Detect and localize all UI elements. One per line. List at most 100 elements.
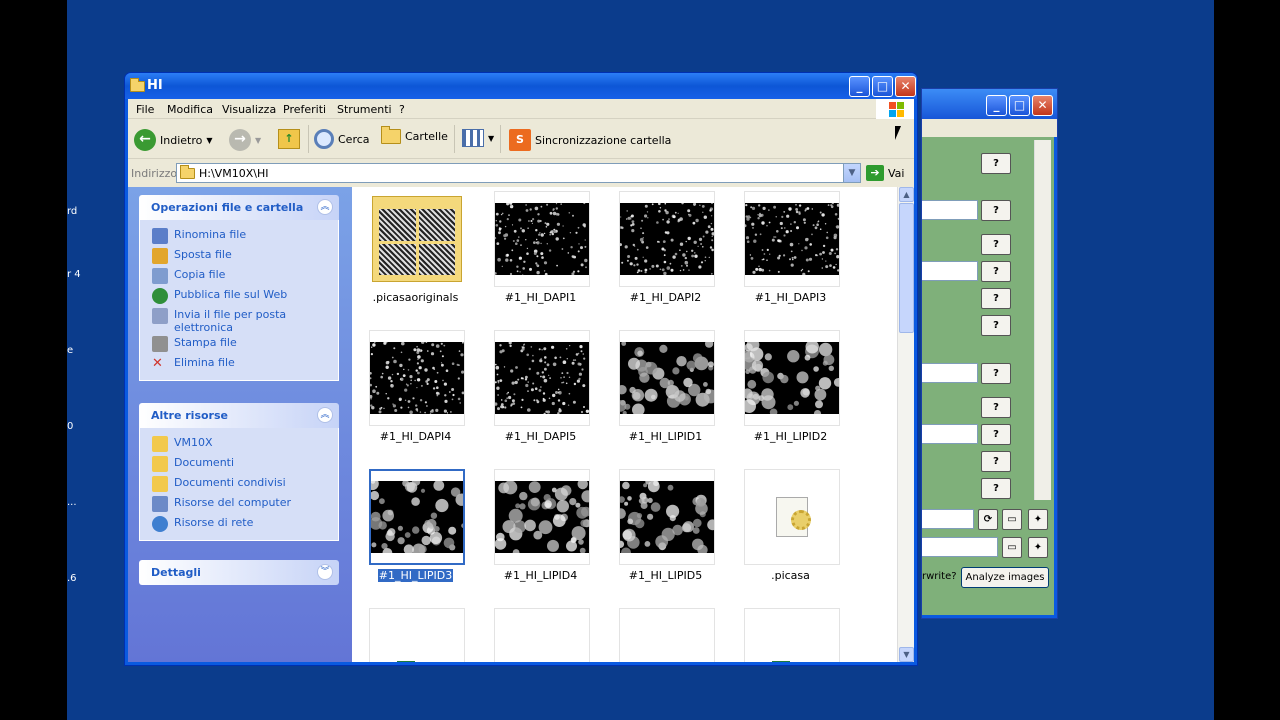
help-button[interactable]: ? xyxy=(981,397,1011,418)
file-item[interactable]: #1_HI_LIPID3 xyxy=(353,465,478,600)
file-item[interactable]: #1_HI_LIPID5 xyxy=(603,465,728,600)
task-link[interactable]: Rinomina file xyxy=(152,226,338,246)
task-link[interactable]: Sposta file xyxy=(152,246,338,266)
file-item[interactable]: #1_HI_LIPID1 xyxy=(603,326,728,461)
other-places-header[interactable]: Altre risorse ︽ xyxy=(139,403,339,428)
help-button[interactable]: ? xyxy=(981,424,1011,445)
text-field[interactable] xyxy=(922,363,978,383)
other-places-title: Altre risorse xyxy=(151,409,228,422)
task-link[interactable]: Documenti condivisi xyxy=(152,474,338,494)
search-button[interactable]: Cerca xyxy=(314,129,370,149)
file-item[interactable]: #1_HI_DAPI5 xyxy=(478,326,603,461)
file-tasks-header[interactable]: Operazioni file e cartella ︽ xyxy=(139,195,339,220)
file-item[interactable]: .picasaoriginals xyxy=(353,187,478,322)
address-input[interactable]: H:\VM10X\HI ▼ xyxy=(176,163,861,183)
file-item[interactable] xyxy=(603,604,728,662)
up-folder-button[interactable]: ↑ xyxy=(278,129,300,149)
address-dropdown-button[interactable]: ▼ xyxy=(843,164,860,182)
help-button[interactable]: ? xyxy=(981,363,1011,384)
sync-folder-button[interactable]: S Sincronizzazione cartella xyxy=(509,129,671,151)
chevron-down-icon: ▼ xyxy=(206,135,213,145)
task-link[interactable]: Risorse di rete xyxy=(152,514,338,534)
menu-file[interactable]: File xyxy=(136,103,154,116)
file-name: #1_HI_LIPID5 xyxy=(628,569,703,582)
file-item[interactable]: #1_HI_DAPI3 xyxy=(728,187,853,322)
analyze-images-button[interactable]: Analyze images xyxy=(961,567,1049,588)
forward-button[interactable]: → ▼ xyxy=(229,129,261,151)
minimize-button[interactable]: _ xyxy=(986,95,1007,116)
file-item[interactable]: #1_HI_LIPID2 xyxy=(728,326,853,461)
file-item[interactable]: #1_HI_DAPI2 xyxy=(603,187,728,322)
delete-icon: ✕ xyxy=(152,356,163,371)
chevron-down-icon: ▼ xyxy=(488,133,495,143)
scrollbar[interactable] xyxy=(1034,140,1051,500)
task-link[interactable]: ✕ Elimina file xyxy=(152,354,338,374)
text-field[interactable] xyxy=(922,261,978,281)
scroll-thumb[interactable] xyxy=(899,203,914,333)
help-button[interactable]: ? xyxy=(981,478,1011,499)
file-item[interactable]: .picasa xyxy=(728,465,853,600)
help-button[interactable]: ? xyxy=(981,315,1011,336)
collapse-icon[interactable]: ︽ xyxy=(317,407,333,423)
file-item[interactable]: #1_HI_LIPID4 xyxy=(478,465,603,600)
go-button[interactable]: ➔ Vai xyxy=(866,165,904,181)
dropdown[interactable] xyxy=(922,509,974,529)
text-field[interactable] xyxy=(922,424,978,444)
menu-preferiti[interactable]: Preferiti xyxy=(283,103,326,116)
help-button[interactable]: ? xyxy=(981,451,1011,472)
explorer-window[interactable]: HI _ □ ✕ File Modifica Visualizza Prefer… xyxy=(124,72,918,666)
task-link[interactable]: Invia il file per posta elettronica xyxy=(152,306,338,334)
back-button[interactable]: ← Indietro ▼ xyxy=(134,129,213,151)
new-folder-icon[interactable]: ✦ xyxy=(1028,509,1048,530)
task-link-label: Documenti condivisi xyxy=(174,476,286,489)
file-item[interactable] xyxy=(478,604,603,662)
file-name-label: #1_HI_LIPID3 xyxy=(353,568,478,583)
open-folder-icon[interactable]: ▭ xyxy=(1002,537,1022,558)
vertical-scrollbar[interactable]: ▲ ▼ xyxy=(897,187,914,662)
maximize-button[interactable]: □ xyxy=(872,76,893,97)
scroll-down-button[interactable]: ▼ xyxy=(899,647,914,662)
maximize-button[interactable]: □ xyxy=(1009,95,1030,116)
file-item[interactable]: Xa xyxy=(728,604,853,662)
close-button[interactable]: ✕ xyxy=(895,76,916,97)
file-item[interactable]: #1_HI_DAPI1 xyxy=(478,187,603,322)
menu-visualizza[interactable]: Visualizza xyxy=(222,103,276,116)
scroll-up-button[interactable]: ▲ xyxy=(899,187,914,202)
help-button[interactable]: ? xyxy=(981,200,1011,221)
task-link[interactable]: Pubblica file sul Web xyxy=(152,286,338,306)
menu-help[interactable]: ? xyxy=(399,103,405,116)
details-header[interactable]: Dettagli ︾ xyxy=(139,560,339,585)
views-icon xyxy=(462,129,484,147)
menu-modifica[interactable]: Modifica xyxy=(167,103,213,116)
collapse-icon[interactable]: ︽ xyxy=(317,199,333,215)
task-link-label: Copia file xyxy=(174,268,226,281)
refresh-icon[interactable]: ⟳ xyxy=(978,509,998,530)
new-folder-icon[interactable]: ✦ xyxy=(1028,537,1048,558)
task-link[interactable]: Documenti xyxy=(152,454,338,474)
task-link[interactable]: Stampa file xyxy=(152,334,338,354)
folders-button[interactable]: Cartelle xyxy=(381,126,448,144)
menu-strumenti[interactable]: Strumenti xyxy=(337,103,392,116)
file-list-view[interactable]: .picasaoriginals #1_HI_DAPI1 #1_HI_DAPI2 #1… xyxy=(352,187,897,662)
desktop-text-fragment: 0 xyxy=(67,421,74,432)
window-titlebar[interactable]: HI _ □ ✕ xyxy=(125,73,917,99)
task-link[interactable]: VM10X xyxy=(152,434,338,454)
minimize-button[interactable]: _ xyxy=(849,76,870,97)
task-link[interactable]: Copia file xyxy=(152,266,338,286)
help-button[interactable]: ? xyxy=(981,288,1011,309)
help-button[interactable]: ? xyxy=(981,234,1011,255)
file-item[interactable]: #1_HI_DAPI4 xyxy=(353,326,478,461)
task-link[interactable]: Risorse del computer xyxy=(152,494,338,514)
close-button[interactable]: ✕ xyxy=(1032,95,1053,116)
dropdown[interactable] xyxy=(922,537,998,557)
open-folder-icon[interactable]: ▭ xyxy=(1002,509,1022,530)
background-window-titlebar[interactable]: _ □ ✕ xyxy=(922,89,1057,119)
help-button[interactable]: ? xyxy=(981,261,1011,282)
help-button[interactable]: ? xyxy=(981,153,1011,174)
file-item[interactable]: Xa xyxy=(353,604,478,662)
views-button[interactable]: ▼ xyxy=(462,129,494,147)
address-label: Indirizzo xyxy=(131,167,178,180)
background-app-window[interactable]: _ □ ✕ ? ? ? ? ? ? ? ? ? ? ? ⟳ ▭ ✦ ▭ ✦ rw… xyxy=(921,88,1058,619)
text-field[interactable] xyxy=(922,200,978,220)
expand-icon[interactable]: ︾ xyxy=(317,564,333,580)
